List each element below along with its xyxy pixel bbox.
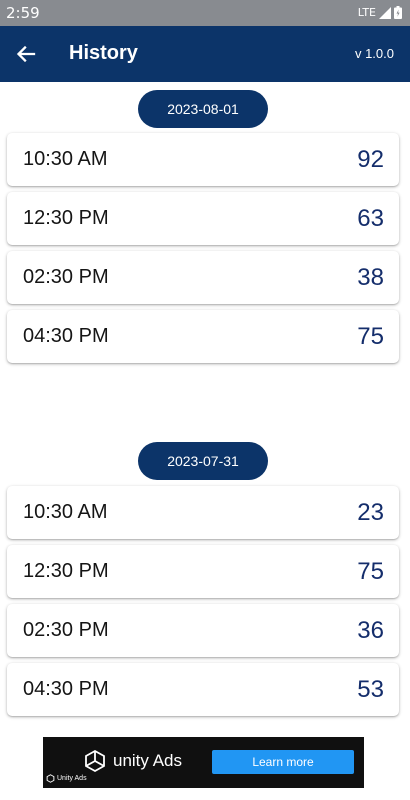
learn-more-button[interactable]: Learn more bbox=[212, 750, 354, 774]
entry-time: 04:30 PM bbox=[23, 325, 109, 347]
entry-time: 10:30 AM bbox=[23, 148, 108, 170]
entry-time: 02:30 PM bbox=[23, 619, 109, 641]
entry-value: 75 bbox=[357, 558, 384, 585]
entry-value: 92 bbox=[357, 146, 384, 173]
entry-time: 10:30 AM bbox=[23, 501, 108, 523]
history-entry[interactable]: 02:30 PM 36 bbox=[7, 604, 399, 657]
entry-value: 75 bbox=[357, 323, 384, 350]
entry-value: 38 bbox=[357, 264, 384, 291]
unity-small-icon bbox=[46, 774, 55, 783]
ad-attribution: Unity Ads bbox=[46, 774, 87, 783]
version-label: v 1.0.0 bbox=[354, 46, 394, 61]
back-button[interactable] bbox=[12, 40, 40, 68]
history-entry[interactable]: 10:30 AM 23 bbox=[7, 486, 399, 539]
history-entry[interactable]: 04:30 PM 75 bbox=[7, 310, 399, 363]
date-header: 2023-08-01 bbox=[138, 90, 268, 128]
entry-time: 04:30 PM bbox=[23, 678, 109, 700]
status-time: 2:59 bbox=[6, 4, 40, 22]
arrow-back-icon bbox=[16, 45, 36, 63]
entry-value: 23 bbox=[357, 499, 384, 526]
entry-value: 53 bbox=[357, 676, 384, 703]
history-entry[interactable]: 04:30 PM 53 bbox=[7, 663, 399, 716]
page-title: History bbox=[69, 42, 138, 64]
date-header: 2023-07-31 bbox=[138, 442, 268, 480]
status-bar: 2:59 LTE bbox=[0, 0, 410, 26]
ad-attribution-label: Unity Ads bbox=[57, 775, 87, 782]
entry-time: 02:30 PM bbox=[23, 266, 109, 288]
entry-value: 36 bbox=[357, 617, 384, 644]
entry-time: 12:30 PM bbox=[23, 560, 109, 582]
ad-banner[interactable]: unity Ads Learn more Unity Ads bbox=[43, 737, 364, 788]
unity-ads-logo: unity Ads bbox=[83, 749, 182, 773]
history-entry[interactable]: 12:30 PM 63 bbox=[7, 192, 399, 245]
battery-icon bbox=[394, 6, 402, 19]
history-entry[interactable]: 12:30 PM 75 bbox=[7, 545, 399, 598]
unity-logo-icon bbox=[85, 749, 105, 773]
network-type: LTE bbox=[357, 6, 376, 19]
history-entry[interactable]: 10:30 AM 92 bbox=[7, 133, 399, 186]
status-icons: LTE bbox=[358, 6, 402, 19]
entry-time: 12:30 PM bbox=[23, 207, 109, 229]
entry-value: 63 bbox=[357, 205, 384, 232]
history-entry[interactable]: 02:30 PM 38 bbox=[7, 251, 399, 304]
ad-brand-text: unity Ads bbox=[113, 751, 182, 770]
signal-icon bbox=[379, 6, 391, 19]
app-bar: History v 1.0.0 bbox=[0, 26, 410, 82]
